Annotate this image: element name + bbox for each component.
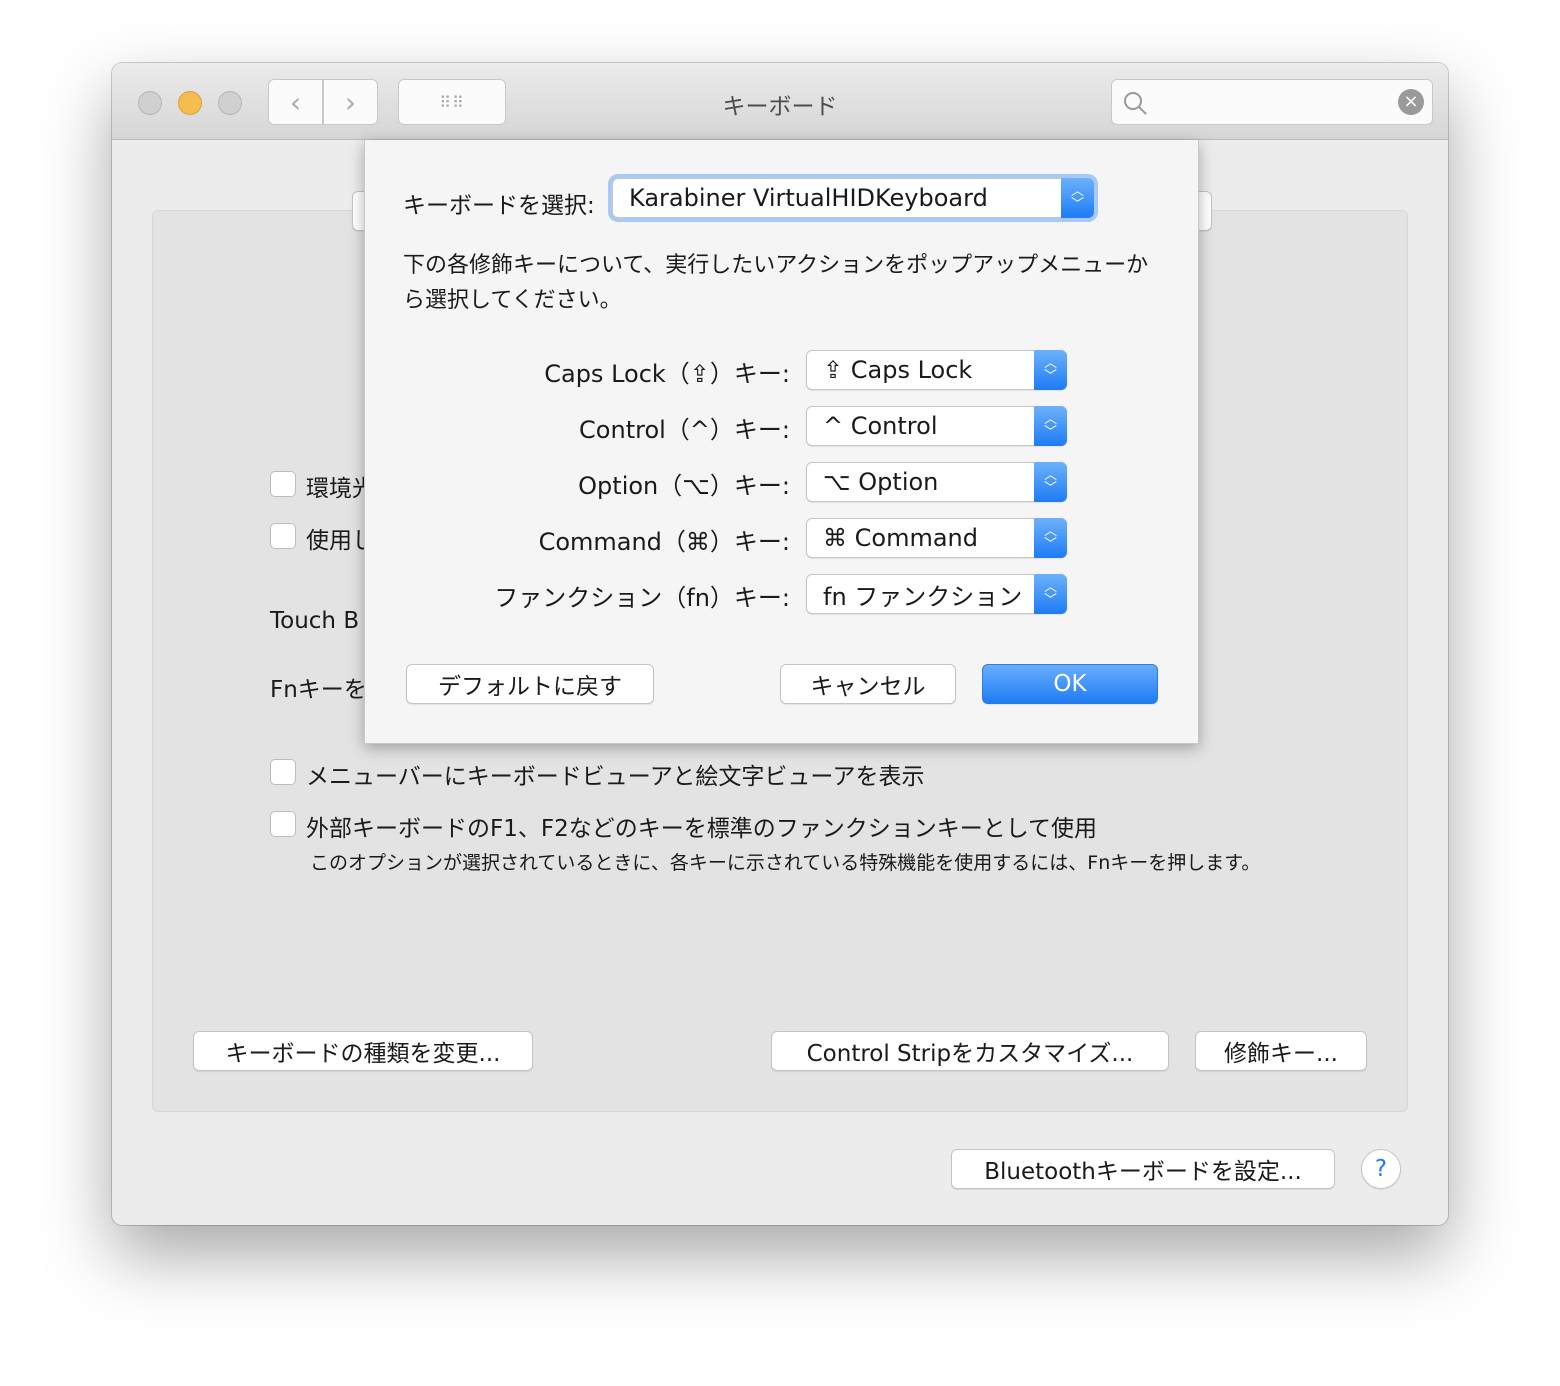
function-keys-note: このオプションが選択されているときに、各キーに示されている特殊機能を使用するには… (310, 852, 1261, 874)
updown-chevron-icon: ︿ ﹀ (1061, 178, 1094, 218)
modifier-row-label: Caps Lock（⇪）キー: (544, 360, 790, 388)
title-bar: ‹ › ⠿⠿ キーボード × (112, 63, 1448, 140)
updown-chevron-icon: ︿ ﹀ (1034, 518, 1067, 558)
ambient-light-checkbox[interactable] (270, 471, 296, 497)
updown-chevron-icon: ︿ ﹀ (1034, 574, 1067, 614)
modifier-row-label: Control（^）キー: (579, 416, 790, 444)
function-keys-checkbox[interactable] (270, 811, 296, 837)
function-keys-label: 外部キーボードのF1、F2などのキーを標準のファンクションキーとして使用 (306, 816, 1098, 842)
modifier-action-select[interactable]: ⇪ Caps Lock ︿ ﹀ (806, 350, 1067, 390)
modifier-action-select[interactable]: ⌘ Command ︿ ﹀ (806, 518, 1067, 558)
restore-defaults-button[interactable]: デフォルトに戻す (406, 664, 654, 704)
updown-chevron-icon: ︿ ﹀ (1034, 462, 1067, 502)
instruction-text: 下の各修飾キーについて、実行したいアクションをポップアップメニューから選択してく… (403, 253, 1149, 313)
customize-control-strip-button[interactable]: Control Stripをカスタマイズ... (771, 1031, 1169, 1071)
use-checkbox[interactable] (270, 523, 296, 549)
modifier-action-value: ⌘ Command (823, 524, 978, 552)
modifier-action-select[interactable]: ^ Control ︿ ﹀ (806, 406, 1067, 446)
modifier-action-value: fn ファンクション (823, 582, 1023, 611)
setup-bluetooth-keyboard-button[interactable]: Bluetoothキーボードを設定... (951, 1149, 1335, 1189)
keyboard-preferences-window: ‹ › ⠿⠿ キーボード × 環境光 使用し Touch B Fnキーを メニュ… (112, 63, 1448, 1225)
ok-button[interactable]: OK (982, 664, 1158, 704)
modifier-row-label: Option（⌥）キー: (578, 472, 790, 500)
magnifier-icon (1124, 92, 1147, 115)
modifier-action-value: ⇪ Caps Lock (823, 356, 973, 384)
select-keyboard-label: キーボードを選択: (403, 193, 595, 219)
modifier-row-label: Command（⌘）キー: (538, 528, 790, 556)
updown-chevron-icon: ︿ ﹀ (1034, 406, 1067, 446)
menu-bar-viewer-checkbox[interactable] (270, 759, 296, 785)
keyboard-select[interactable]: Karabiner VirtualHIDKeyboard ︿ ﹀ (612, 178, 1094, 218)
touch-bar-label: Touch B (270, 608, 360, 634)
menu-bar-viewer-label: メニューバーにキーボードビューアと絵文字ビューアを表示 (306, 764, 925, 790)
modifier-keys-sheet: キーボードを選択: Karabiner VirtualHIDKeyboard ︿… (364, 140, 1199, 744)
modifier-action-value: ⌥ Option (823, 468, 939, 496)
modifier-row-label: ファンクション（fn）キー: (494, 584, 790, 612)
updown-chevron-icon: ︿ ﹀ (1034, 350, 1067, 390)
search-field[interactable]: × (1111, 79, 1433, 125)
modifier-action-value: ^ Control (823, 412, 938, 440)
cancel-button[interactable]: キャンセル (780, 664, 956, 704)
help-button[interactable]: ? (1361, 1149, 1401, 1189)
modifier-action-select[interactable]: fn ファンクション ︿ ﹀ (806, 574, 1067, 614)
modifier-action-select[interactable]: ⌥ Option ︿ ﹀ (806, 462, 1067, 502)
keyboard-select-value: Karabiner VirtualHIDKeyboard (629, 184, 988, 212)
modifier-keys-button[interactable]: 修飾キー... (1195, 1031, 1367, 1071)
clear-icon[interactable]: × (1398, 89, 1424, 115)
fn-key-label: Fnキーを (270, 677, 367, 703)
change-keyboard-type-button[interactable]: キーボードの種類を変更... (193, 1031, 533, 1071)
